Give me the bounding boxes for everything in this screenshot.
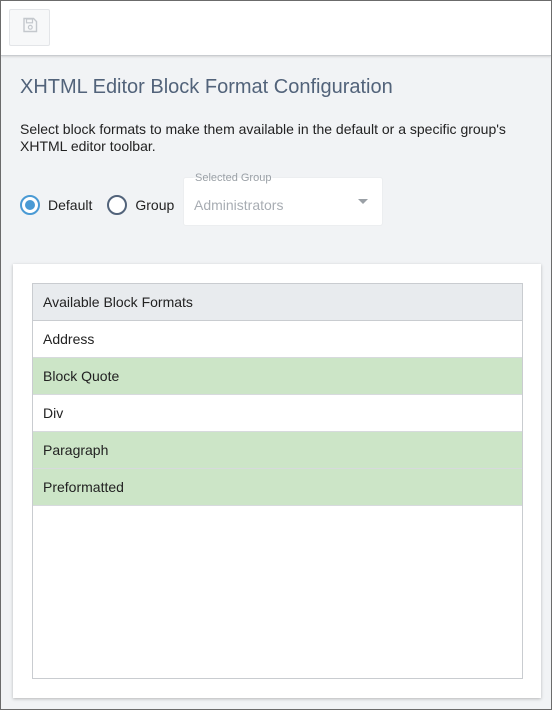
table-row-paragraph[interactable]: Paragraph bbox=[33, 432, 522, 469]
block-formats-card: Available Block Formats Address Block Qu… bbox=[13, 264, 541, 698]
table-row-address[interactable]: Address bbox=[33, 321, 522, 358]
selected-group-label: Selected Group bbox=[193, 172, 274, 184]
page-title: XHTML Editor Block Format Configuration bbox=[20, 76, 393, 98]
save-button[interactable] bbox=[9, 9, 50, 46]
page-description: Select block formats to make them availa… bbox=[20, 121, 506, 154]
table-row-preformatted[interactable]: Preformatted bbox=[33, 469, 522, 506]
chevron-down-icon bbox=[358, 199, 368, 204]
group-radio[interactable] bbox=[107, 195, 128, 215]
default-radio[interactable] bbox=[20, 195, 40, 215]
selected-group-value: Administrators bbox=[194, 197, 284, 213]
toolbar bbox=[1, 1, 551, 56]
app-frame: XHTML Editor Block Format Configuration … bbox=[0, 0, 552, 710]
table-row-block-quote[interactable]: Block Quote bbox=[33, 358, 522, 395]
table-header: Available Block Formats bbox=[33, 284, 522, 321]
save-icon bbox=[22, 17, 38, 38]
group-radio-label[interactable]: Group bbox=[135, 197, 174, 213]
radio-checked-dot bbox=[25, 200, 35, 210]
selected-group-dropdown[interactable]: Selected Group Administrators bbox=[183, 172, 383, 226]
scope-radio-group: Default Group bbox=[20, 194, 174, 216]
block-formats-table: Available Block Formats Address Block Qu… bbox=[32, 283, 523, 679]
table-row-div[interactable]: Div bbox=[33, 395, 522, 432]
default-radio-label[interactable]: Default bbox=[48, 197, 92, 213]
